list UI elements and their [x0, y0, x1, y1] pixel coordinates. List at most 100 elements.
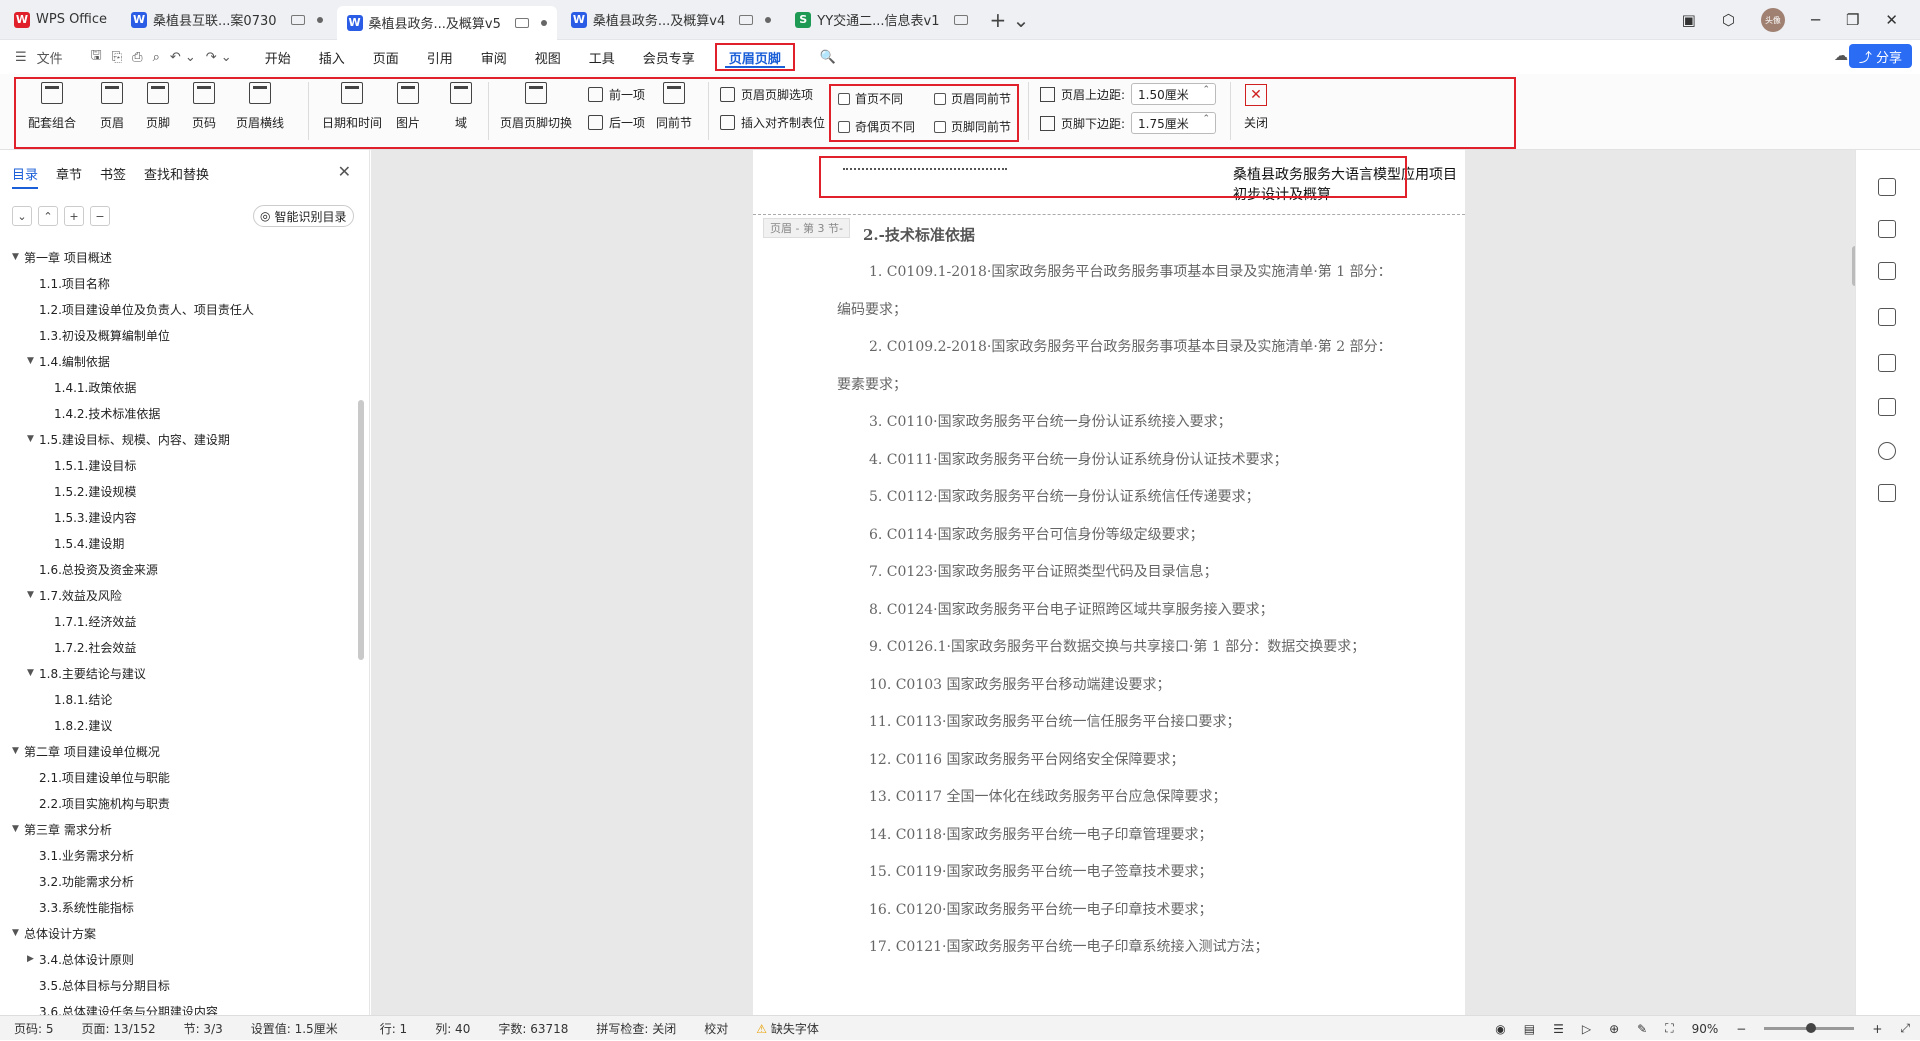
toc-item[interactable]: ▼ 1.4.编制依据: [0, 348, 360, 374]
body-paragraph[interactable]: 3. C0110·国家政务服务平台统一身份认证系统接入要求；: [837, 404, 1397, 442]
export-icon[interactable]: ⎘: [107, 50, 127, 65]
page-number-tool[interactable]: 页码: [192, 82, 216, 131]
toc-item[interactable]: 2.1.项目建设单位与职能: [0, 764, 360, 790]
toc-item[interactable]: 1.5.3.建设内容: [0, 504, 360, 530]
body-paragraph[interactable]: 11. C0113·国家政务服务平台统一信任服务平台接口要求；: [837, 704, 1397, 742]
redo-icon[interactable]: ↷ ⌄: [201, 50, 237, 65]
document-body[interactable]: 1. C0109.1-2018·国家政务服务平台政务服务事项基本目录及实施清单·…: [837, 254, 1397, 967]
tab-chapter[interactable]: 章节: [56, 164, 82, 189]
file-menu[interactable]: 文件: [32, 48, 68, 67]
expanded-arrow-icon[interactable]: ▼: [27, 590, 39, 600]
restore-icon[interactable]: ❐: [1846, 11, 1859, 29]
switch-tool[interactable]: 页眉页脚切换: [500, 82, 572, 131]
tab-doc-4[interactable]: S YY交通二...信息表v1: [785, 5, 977, 35]
toc-item[interactable]: ▼ 第二章 项目建设单位概况: [0, 738, 360, 764]
page-view-icon[interactable]: ▤: [1524, 1022, 1535, 1036]
more-icon[interactable]: [1878, 484, 1896, 502]
play-icon[interactable]: ▷: [1582, 1022, 1591, 1036]
tab-doc-2[interactable]: W 桑植县政务...及概算v5: [336, 5, 557, 40]
toc-item[interactable]: ▼ 第三章 需求分析: [0, 816, 360, 842]
tab-wps-home[interactable]: W WPS Office: [4, 5, 117, 35]
new-tab-button[interactable]: + ⌄: [990, 8, 1030, 32]
header-tool[interactable]: 页眉: [100, 82, 124, 131]
status-section[interactable]: 节: 3/3: [170, 1020, 237, 1037]
zoom-slider[interactable]: [1764, 1023, 1855, 1033]
zoom-out-icon[interactable]: −: [1736, 1022, 1746, 1036]
body-paragraph[interactable]: 16. C0120·国家政务服务平台统一电子印章技术要求；: [837, 892, 1397, 930]
body-paragraph[interactable]: 12. C0116 国家政务服务平台网络安全保障要求；: [837, 742, 1397, 780]
body-paragraph[interactable]: 7. C0123·国家政务服务平台证照类型代码及目录信息；: [837, 554, 1397, 592]
expanded-arrow-icon[interactable]: ▼: [12, 746, 24, 756]
options-button[interactable]: 页眉页脚选项: [720, 86, 813, 103]
toc-item[interactable]: 3.3.系统性能指标: [0, 894, 360, 920]
cursor-icon[interactable]: [1878, 220, 1896, 238]
toc-item[interactable]: 3.5.总体目标与分期目标: [0, 972, 360, 998]
expand-down-icon[interactable]: ⌄: [12, 206, 32, 226]
menu-member[interactable]: 会员专享: [629, 40, 709, 74]
menu-start[interactable]: 开始: [251, 40, 305, 74]
header-line-tool[interactable]: 页眉横线: [236, 82, 284, 131]
toc-item[interactable]: ▼ 总体设计方案: [0, 920, 360, 946]
status-proof[interactable]: 校对: [690, 1020, 742, 1037]
footer-tool[interactable]: 页脚: [146, 82, 170, 131]
body-paragraph[interactable]: 2. C0109.2-2018·国家政务服务平台政务服务事项基本目录及实施清单·…: [837, 329, 1397, 404]
header-same-checkbox[interactable]: 页眉同前节: [934, 90, 1011, 107]
toc-item[interactable]: 1.8.2.建议: [0, 712, 360, 738]
expanded-arrow-icon[interactable]: ▼: [12, 824, 24, 834]
expanded-arrow-icon[interactable]: ▼: [27, 668, 39, 678]
field-tool[interactable]: 域: [450, 82, 472, 131]
cube-icon[interactable]: ⬡: [1722, 11, 1735, 29]
section-heading[interactable]: 2.-技术标准依据: [863, 224, 975, 245]
same-as-prev-tool[interactable]: 同前节: [656, 82, 692, 131]
expanded-arrow-icon[interactable]: ▼: [12, 928, 24, 938]
toc-item[interactable]: 1.7.1.经济效益: [0, 608, 360, 634]
zoom-level[interactable]: 90%: [1692, 1022, 1719, 1036]
add-icon[interactable]: +: [64, 206, 84, 226]
eye-icon[interactable]: ◉: [1495, 1022, 1505, 1036]
print-icon[interactable]: ⎙: [127, 50, 147, 65]
toc-item[interactable]: 1.4.2.技术标准依据: [0, 400, 360, 426]
body-paragraph[interactable]: 5. C0112·国家政务服务平台统一身份认证系统信任传递要求；: [837, 479, 1397, 517]
menu-header-footer[interactable]: 页眉页脚: [714, 43, 795, 71]
pen-view-icon[interactable]: ✎: [1637, 1022, 1647, 1036]
toc-item[interactable]: 2.2.项目实施机构与职责: [0, 790, 360, 816]
body-paragraph[interactable]: 13. C0117 全国一体化在线政务服务平台应急保障要求；: [837, 779, 1397, 817]
body-paragraph[interactable]: 8. C0124·国家政务服务平台电子证照跨区域共享服务接入要求；: [837, 592, 1397, 630]
body-paragraph[interactable]: 9. C0126.1·国家政务服务平台数据交换与共享接口·第 1 部分：数据交换…: [837, 629, 1397, 667]
body-paragraph[interactable]: 4. C0111·国家政务服务平台统一身份认证系统身份认证技术要求；: [837, 442, 1397, 480]
body-paragraph[interactable]: 1. C0109.1-2018·国家政务服务平台政务服务事项基本目录及实施清单·…: [837, 254, 1397, 329]
toc-item[interactable]: 1.3.初设及概算编制单位: [0, 322, 360, 348]
minimize-icon[interactable]: ─: [1811, 11, 1820, 29]
help-icon[interactable]: [1878, 442, 1896, 460]
body-paragraph[interactable]: 17. C0121·国家政务服务平台统一电子印章系统接入测试方法；: [837, 929, 1397, 967]
toc-item[interactable]: 3.1.业务需求分析: [0, 842, 360, 868]
avatar[interactable]: 头像: [1760, 8, 1785, 32]
toc-item[interactable]: 1.5.4.建设期: [0, 530, 360, 556]
status-page-no[interactable]: 页码: 5: [0, 1020, 68, 1037]
status-words[interactable]: 字数: 63718: [484, 1020, 582, 1037]
toc-item[interactable]: 1.8.1.结论: [0, 686, 360, 712]
smart-toc-button[interactable]: ◎ 智能识别目录: [253, 205, 354, 227]
status-setting[interactable]: 设置值: 1.5厘米: [237, 1020, 352, 1037]
toc-item[interactable]: ▼ 1.8.主要结论与建议: [0, 660, 360, 686]
toc-item[interactable]: 1.6.总投资及资金来源: [0, 556, 360, 582]
toc-item[interactable]: ▼ 第一章 项目概述: [0, 244, 360, 270]
toc-item[interactable]: 1.5.2.建设规模: [0, 478, 360, 504]
tools-icon[interactable]: [1878, 354, 1896, 372]
menu-insert[interactable]: 插入: [305, 40, 359, 74]
status-spell[interactable]: 拼写检查: 关闭: [582, 1020, 690, 1037]
preview-icon[interactable]: ⌕: [148, 50, 165, 65]
adjust-icon[interactable]: [1878, 262, 1896, 280]
collapsed-arrow-icon[interactable]: ▶: [27, 954, 39, 964]
hamburger-icon[interactable]: ☰: [10, 50, 32, 65]
body-paragraph[interactable]: 14. C0118·国家政务服务平台统一电子印章管理要求；: [837, 817, 1397, 855]
close-panel-icon[interactable]: ✕: [338, 162, 351, 181]
fullscreen-icon[interactable]: ⤢: [1900, 1021, 1910, 1036]
menu-tools[interactable]: 工具: [575, 40, 629, 74]
bottom-margin-input[interactable]: 1.75厘米: [1131, 112, 1217, 134]
top-margin-input[interactable]: 1.50厘米: [1131, 83, 1217, 105]
toc-item[interactable]: ▼ 1.7.效益及风险: [0, 582, 360, 608]
expanded-arrow-icon[interactable]: ▼: [27, 434, 39, 444]
menu-reference[interactable]: 引用: [413, 40, 467, 74]
datetime-tool[interactable]: 日期和时间: [322, 82, 382, 131]
